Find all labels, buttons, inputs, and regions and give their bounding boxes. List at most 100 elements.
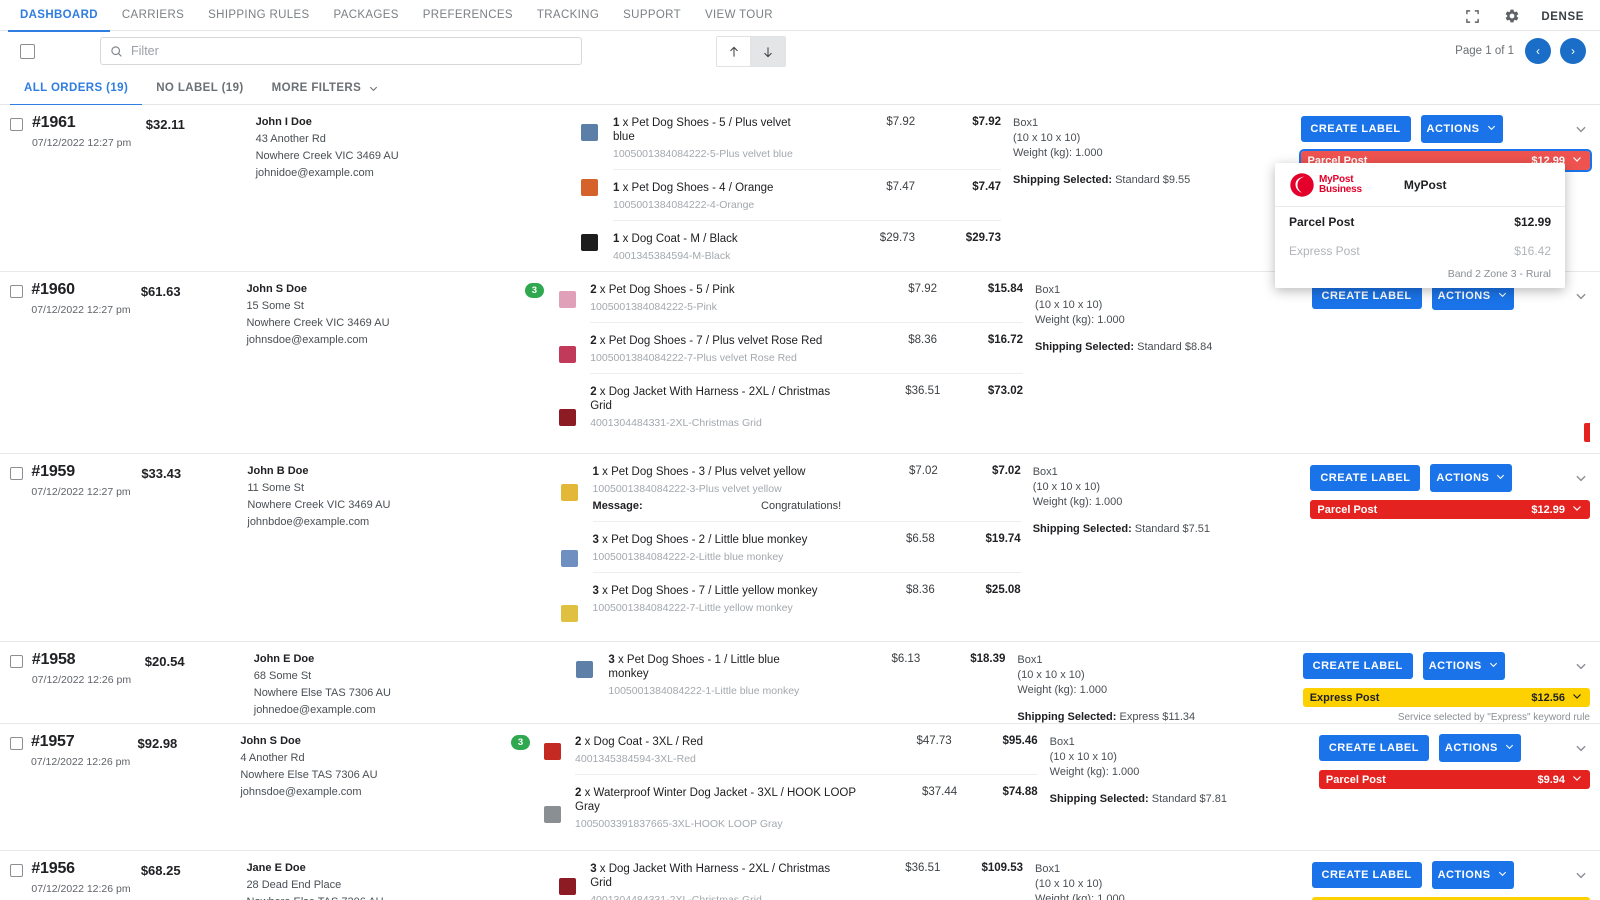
order-checkbox[interactable]	[10, 864, 23, 877]
rate-option[interactable]: Parcel Post $12.99	[1275, 207, 1565, 236]
search-input[interactable]	[131, 44, 572, 58]
address-line-1: 28 Dead End Place	[246, 879, 342, 891]
shipping-selected: Shipping Selected: Express $11.34	[1017, 711, 1302, 723]
rate-option[interactable]: Express Post $16.42	[1275, 236, 1565, 265]
item-line-total: $73.02	[987, 385, 1024, 397]
order-item-row: 1 x Pet Dog Shoes - 5 / Plus velvet blue…	[612, 105, 1001, 170]
order-item-row: 2 x Pet Dog Shoes - 7 / Plus velvet Rose…	[590, 323, 1024, 374]
chevron-down-icon	[368, 83, 379, 94]
create-label-button[interactable]: CREATE LABEL	[1318, 735, 1429, 761]
filter-search-box[interactable]	[100, 37, 582, 65]
actions-button[interactable]: ACTIONS	[1438, 734, 1521, 762]
nav-item-dashboard[interactable]: DASHBOARD	[8, 0, 110, 32]
package-weight: Weight (kg): 1.000	[1017, 684, 1108, 696]
order-number[interactable]: #1961	[32, 114, 146, 132]
selected-rate-bar[interactable]: Parcel Post $12.99	[1310, 500, 1590, 519]
product-thumbnail-icon	[576, 661, 594, 678]
create-label-button[interactable]: CREATE LABEL	[1300, 116, 1411, 142]
order-checkbox[interactable]	[10, 467, 23, 480]
nav-item-tracking[interactable]: TRACKING	[525, 0, 611, 31]
selected-rate-bar[interactable]: Express Post $12.56	[1302, 688, 1590, 707]
product-thumbnail-icon	[558, 409, 576, 426]
prev-page-button[interactable]: ‹	[1525, 38, 1551, 64]
create-label-button[interactable]: CREATE LABEL	[1302, 653, 1413, 679]
tab-no-label[interactable]: NO LABEL (19)	[142, 72, 257, 105]
expand-row-chevron-icon[interactable]	[1574, 659, 1590, 673]
item-unit-price: $7.92	[886, 116, 916, 128]
create-label-button[interactable]: CREATE LABEL	[1311, 862, 1422, 888]
item-description: 2 x Waterproof Winter Dog Jacket - 3XL /…	[575, 786, 871, 830]
selected-rate-bar[interactable]: Parcel Post $9.94	[1318, 770, 1590, 789]
order-checkbox[interactable]	[10, 737, 23, 750]
next-page-button[interactable]: ›	[1560, 38, 1586, 64]
order-items: 2 x Pet Dog Shoes - 5 / Pink 100500138408…	[590, 272, 1024, 453]
actions-button[interactable]: ACTIONS	[1422, 652, 1505, 680]
product-thumbnail-icon	[580, 124, 598, 141]
sort-descending-button[interactable]	[751, 37, 785, 66]
gear-icon[interactable]	[1501, 5, 1523, 27]
expand-row-chevron-icon[interactable]	[1574, 289, 1590, 303]
order-number[interactable]: #1958	[32, 651, 145, 669]
nav-item-shipping-rules[interactable]: SHIPPING RULES	[196, 0, 321, 31]
item-title: 1 x Pet Dog Shoes - 3 / Plus velvet yell…	[592, 466, 806, 478]
nav-item-packages[interactable]: PACKAGES	[322, 0, 411, 31]
tab-more-filters[interactable]: MORE FILTERS	[258, 72, 394, 105]
dense-toggle[interactable]: DENSE	[1541, 10, 1584, 23]
rate-option-price: $12.99	[1514, 214, 1551, 229]
order-number[interactable]: #1960	[31, 281, 140, 299]
order-actions: CREATE LABELACTIONSExpress Post$12.56Ser…	[1311, 851, 1600, 900]
order-items: 1 x Pet Dog Shoes - 3 / Plus velvet yell…	[592, 454, 1021, 641]
order-item-row: 1 x Pet Dog Shoes - 3 / Plus velvet yell…	[592, 454, 1021, 522]
address-line-2: Nowhere Else TAS 7306 AU	[246, 896, 486, 900]
order-number[interactable]: #1956	[31, 860, 140, 878]
order-select-cell	[0, 105, 26, 271]
order-number[interactable]: #1959	[31, 463, 141, 481]
item-description: 3 x Pet Dog Shoes - 7 / Little yellow mo…	[593, 584, 843, 614]
box-dimensions: (10 x 10 x 10)	[1049, 751, 1117, 763]
nav-item-view-tour[interactable]: VIEW TOUR	[693, 0, 785, 31]
tab-label: NO LABEL (19)	[156, 82, 244, 94]
top-nav-actions: DENSE	[1461, 0, 1600, 27]
actions-button[interactable]: ACTIONS	[1431, 861, 1514, 889]
actions-button[interactable]: ACTIONS	[1430, 464, 1513, 492]
expand-row-chevron-icon[interactable]	[1574, 741, 1590, 755]
item-title: 1 x Pet Dog Shoes - 4 / Orange	[612, 182, 774, 194]
expand-row-chevron-icon[interactable]	[1574, 122, 1590, 136]
order-items: 3 x Dog Jacket With Harness - 2XL / Chri…	[590, 851, 1023, 900]
order-checkbox[interactable]	[10, 285, 23, 298]
order-checkbox[interactable]	[10, 655, 23, 668]
sort-ascending-button[interactable]	[717, 37, 751, 66]
rate-option-name: Parcel Post	[1289, 214, 1355, 229]
nav-item-support[interactable]: SUPPORT	[611, 0, 693, 31]
item-title: 2 x Dog Jacket With Harness - 2XL / Chri…	[590, 386, 831, 412]
actions-button-label: ACTIONS	[1437, 290, 1491, 302]
item-line-total: $74.88	[1002, 786, 1038, 798]
address-line-2: Nowhere Else TAS 7306 AU	[240, 769, 378, 781]
expand-row-chevron-icon[interactable]	[1574, 868, 1590, 882]
sort-button-group	[716, 36, 786, 67]
customer-address-cell: John E Doe 68 Some St Nowhere Else TAS 730…	[254, 642, 502, 723]
item-sku: 4001345384594-M-Black	[612, 250, 731, 262]
nav-item-carriers[interactable]: CARRIERS	[110, 0, 196, 31]
nav-item-preferences[interactable]: PREFERENCES	[411, 0, 525, 31]
order-items: 3 x Pet Dog Shoes - 1 / Little blue monk…	[608, 642, 1005, 723]
shipping-selected-value: Standard $7.81	[1151, 793, 1227, 805]
rate-service-name: Express Post	[1309, 691, 1380, 704]
action-buttons: CREATE LABEL ACTIONS	[1300, 115, 1591, 143]
select-all-checkbox[interactable]	[20, 44, 35, 59]
item-count-badge-cell	[486, 851, 544, 900]
order-checkbox[interactable]	[10, 118, 23, 131]
order-id-cell: #1961 07/12/2022 12:27 pm	[26, 105, 146, 271]
create-label-button[interactable]: CREATE LABEL	[1310, 465, 1421, 491]
item-title: 1 x Dog Coat - M / Black	[612, 233, 738, 245]
actions-button[interactable]: ACTIONS	[1420, 115, 1503, 143]
customer-address-cell: John B Doe 11 Some St Nowhere Creek VIC 34…	[247, 454, 488, 641]
order-number[interactable]: #1957	[31, 733, 138, 751]
fullscreen-icon[interactable]	[1461, 5, 1483, 27]
expand-row-chevron-icon[interactable]	[1574, 471, 1590, 485]
tab-all-orders[interactable]: ALL ORDERS (19)	[10, 72, 143, 106]
order-actions: CREATE LABEL ACTIONS Parcel Post $12.99	[1310, 454, 1600, 641]
order-select-cell	[0, 642, 26, 723]
thumbnail-cell	[544, 327, 590, 382]
order-total: $33.43	[141, 466, 182, 481]
